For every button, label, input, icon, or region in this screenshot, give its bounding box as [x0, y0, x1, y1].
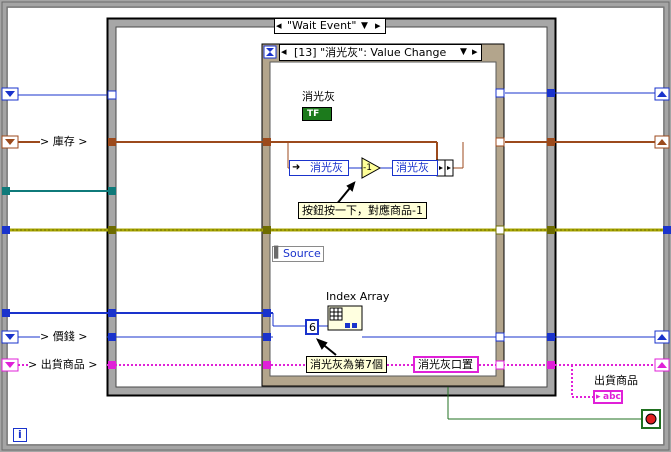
stop-terminal[interactable] [641, 409, 661, 429]
case-output-label: 消光灰 [396, 161, 429, 174]
event-selector[interactable]: ◂ "Wait Event" ▼ ▸ [274, 18, 386, 34]
bool-control-terminal[interactable]: TF [302, 107, 332, 121]
case-input-label: 消光灰 [310, 161, 343, 174]
case-selector-dropdown[interactable]: ▼ [460, 45, 467, 59]
source-label: Source [283, 247, 321, 260]
ship-string-value: 消光灰口置 [418, 358, 473, 371]
event-selector-dropdown[interactable]: ▼ [361, 19, 368, 33]
index-array-label: Index Array [326, 290, 390, 303]
bundle-node[interactable] [436, 159, 454, 177]
case-input-arrow: ➜ [292, 162, 301, 173]
source-icon: ▌ [274, 246, 283, 259]
iteration-terminal[interactable]: i [13, 428, 27, 442]
case-input-tunnel[interactable]: ➜ 消光灰 [289, 160, 349, 176]
note-press-button: 按鈕按一下，對應商品-1 [298, 202, 427, 219]
index-array-node[interactable] [327, 305, 363, 331]
case-selector-next[interactable]: ▸ [472, 45, 478, 59]
indicator-type: abc [603, 392, 621, 402]
case-selector[interactable]: ◂ [13] "消光灰": Value Change ▼ ▸ [279, 44, 482, 61]
bool-control-value: TF [307, 109, 320, 119]
decrement-label-box: -1 [362, 161, 376, 175]
indicator-label: 出貨商品 [594, 374, 638, 387]
hourglass-icon [263, 45, 277, 59]
source-terminal[interactable]: ▌ Source [272, 246, 324, 262]
case-output-tunnel[interactable]: 消光灰 [392, 160, 438, 176]
event-selector-prev[interactable]: ◂ [276, 19, 282, 33]
indicator-arrow: ▸ [596, 392, 601, 402]
indicator-terminal[interactable]: ▸ abc [593, 390, 623, 404]
shift-label-shipped: > 出貨商品 > [28, 358, 98, 371]
ship-string-constant[interactable]: 消光灰口置 [413, 356, 479, 373]
event-selector-label: "Wait Event" [287, 19, 357, 32]
shift-label-inventory: > 庫存 > [40, 135, 88, 148]
index-constant-value: 6 [309, 321, 316, 334]
note-index-seven: 消光灰為第7個 [306, 356, 387, 373]
case-selector-prev[interactable]: ◂ [281, 45, 287, 59]
block-diagram [0, 0, 671, 452]
bool-control-label: 消光灰 [302, 90, 335, 103]
index-constant[interactable]: 6 [305, 319, 319, 335]
iteration-icon: i [18, 428, 22, 441]
event-selector-next[interactable]: ▸ [375, 19, 381, 33]
case-selector-label: [13] "消光灰": Value Change [294, 46, 447, 59]
decrement-label: -1 [363, 163, 372, 173]
shift-label-price: > 價錢 > [40, 330, 88, 343]
